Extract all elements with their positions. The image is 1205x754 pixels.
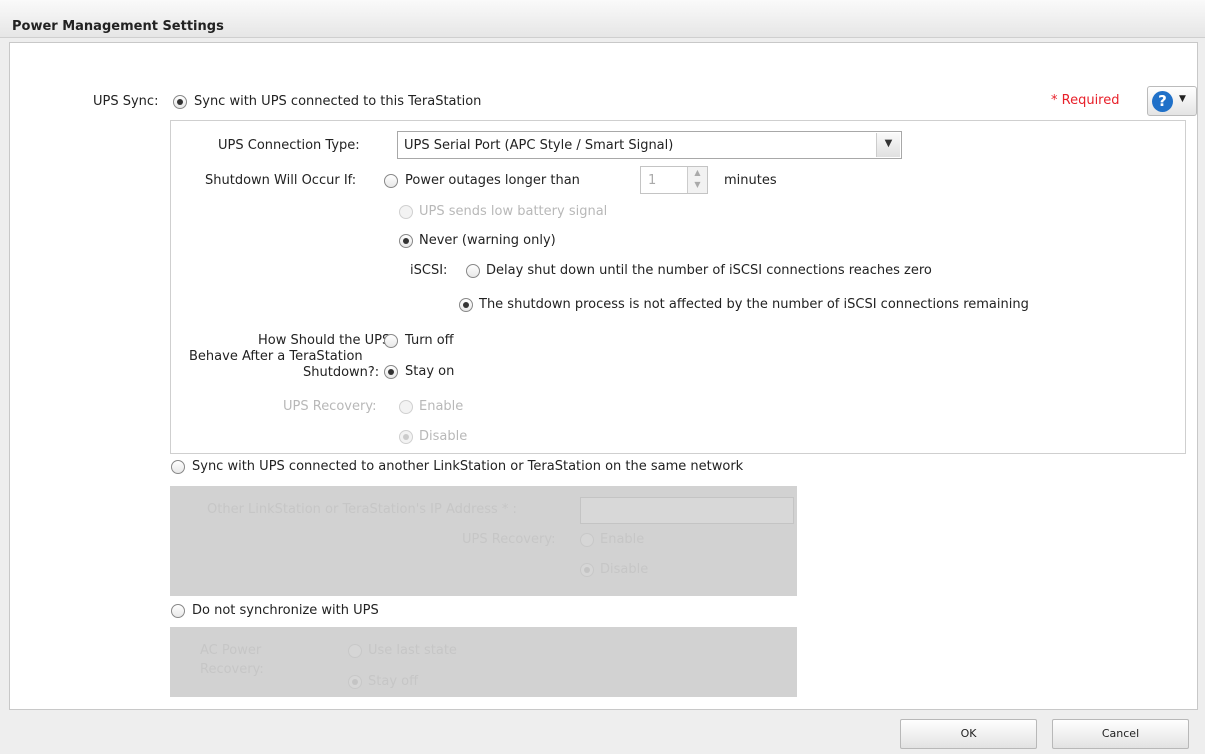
ac-power-label-line1: AC Power bbox=[200, 643, 262, 658]
required-indicator: * Required bbox=[1051, 93, 1120, 108]
ups-recovery-label: UPS Recovery: bbox=[283, 399, 377, 414]
sync-this-terastation-label: Sync with UPS connected to this TeraStat… bbox=[194, 94, 482, 109]
sync-other-station-label: Sync with UPS connected to another LinkS… bbox=[192, 459, 744, 474]
sync-other-station-radio[interactable] bbox=[171, 460, 185, 474]
help-button[interactable]: ? ▼ bbox=[1147, 86, 1197, 116]
low-battery-radio[interactable] bbox=[399, 205, 413, 219]
use-last-state-radio[interactable] bbox=[348, 644, 362, 658]
other-ip-input[interactable] bbox=[580, 497, 794, 524]
use-last-state-label: Use last state bbox=[368, 643, 457, 658]
no-sync-label: Do not synchronize with UPS bbox=[192, 603, 379, 618]
iscsi-delay-label: Delay shut down until the number of iSCS… bbox=[486, 263, 932, 278]
stay-off-label: Stay off bbox=[368, 674, 419, 689]
cancel-button[interactable]: Cancel bbox=[1052, 719, 1189, 749]
other-recovery-disable-radio[interactable] bbox=[580, 563, 594, 577]
sync-this-terastation-radio[interactable] bbox=[173, 95, 187, 109]
recovery-disable-label: Disable bbox=[419, 429, 468, 444]
minutes-unit-label: minutes bbox=[724, 173, 777, 188]
never-warning-radio[interactable] bbox=[399, 234, 413, 248]
behavior-label-line3: Shutdown?: bbox=[303, 365, 380, 380]
other-recovery-enable-label: Enable bbox=[600, 532, 645, 547]
stepper-arrows-icon[interactable]: ▲ ▼ bbox=[687, 167, 707, 193]
dialog-titlebar: Power Management Settings bbox=[0, 0, 1205, 38]
recovery-enable-label: Enable bbox=[419, 399, 464, 414]
connection-type-label: UPS Connection Type: bbox=[218, 138, 360, 153]
turn-off-label: Turn off bbox=[405, 333, 454, 348]
recovery-disable-radio[interactable] bbox=[399, 430, 413, 444]
behavior-label-line1: How Should the UPS bbox=[258, 333, 391, 348]
stay-on-radio[interactable] bbox=[384, 365, 398, 379]
iscsi-not-affected-label: The shutdown process is not affected by … bbox=[479, 297, 1029, 312]
other-recovery-label: UPS Recovery: bbox=[462, 532, 556, 547]
never-warning-label: Never (warning only) bbox=[419, 233, 556, 248]
power-outage-radio[interactable] bbox=[384, 174, 398, 188]
outage-minutes-value: 1 bbox=[648, 173, 657, 188]
no-sync-radio[interactable] bbox=[171, 604, 185, 618]
connection-type-value: UPS Serial Port (APC Style / Smart Signa… bbox=[404, 138, 674, 153]
power-outage-label: Power outages longer than bbox=[405, 173, 580, 188]
ups-sync-label: UPS Sync: bbox=[93, 94, 159, 109]
stay-off-radio[interactable] bbox=[348, 675, 362, 689]
other-recovery-disable-label: Disable bbox=[600, 562, 649, 577]
iscsi-delay-radio[interactable] bbox=[466, 264, 480, 278]
ok-button[interactable]: OK bbox=[900, 719, 1037, 749]
recovery-enable-radio[interactable] bbox=[399, 400, 413, 414]
chevron-down-icon: ▼ bbox=[1179, 94, 1186, 104]
iscsi-not-affected-radio[interactable] bbox=[459, 298, 473, 312]
iscsi-label: iSCSI: bbox=[410, 263, 448, 278]
chevron-down-icon: ▼ bbox=[876, 133, 900, 157]
other-recovery-enable-radio[interactable] bbox=[580, 533, 594, 547]
connection-type-select[interactable]: UPS Serial Port (APC Style / Smart Signa… bbox=[397, 131, 902, 159]
no-sync-settings-box bbox=[170, 627, 797, 697]
ac-power-label-line2: Recovery: bbox=[200, 662, 264, 677]
stay-on-label: Stay on bbox=[405, 364, 455, 379]
shutdown-label: Shutdown Will Occur If: bbox=[205, 173, 357, 188]
question-circle-icon: ? bbox=[1152, 91, 1173, 112]
low-battery-label: UPS sends low battery signal bbox=[419, 204, 608, 219]
turn-off-radio[interactable] bbox=[384, 334, 398, 348]
dialog-title: Power Management Settings bbox=[12, 19, 224, 34]
other-ip-label: Other LinkStation or TeraStation's IP Ad… bbox=[207, 502, 517, 517]
behavior-label-line2: Behave After a TeraStation bbox=[189, 349, 363, 364]
outage-minutes-stepper[interactable]: 1 ▲ ▼ bbox=[640, 166, 708, 194]
